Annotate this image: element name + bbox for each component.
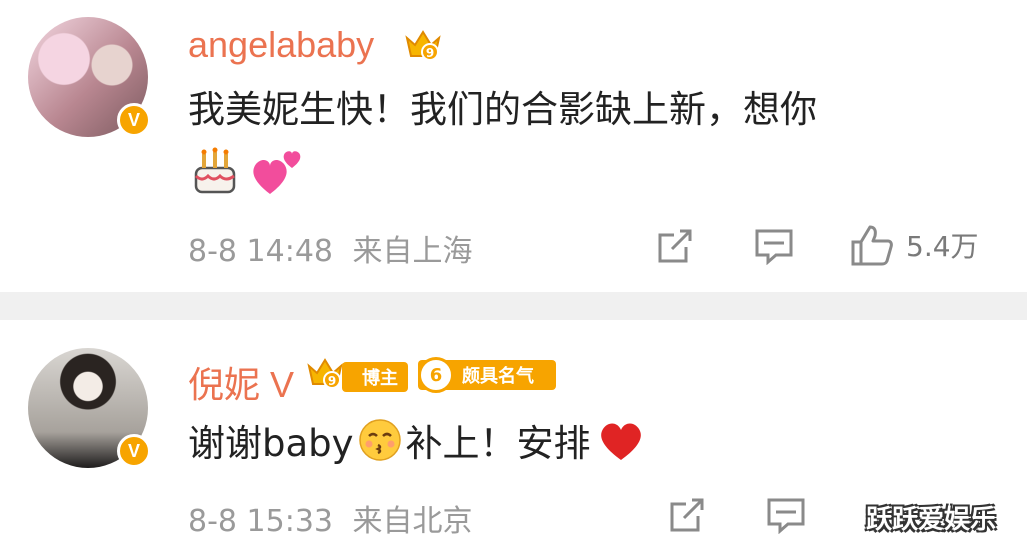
like-count: 5.4万 <box>906 230 979 263</box>
comment-icon <box>755 229 793 265</box>
red-heart-icon <box>600 423 641 460</box>
crown-membership-icon: 9 <box>405 30 441 61</box>
comment-text: 谢谢baby 补上！安排 <box>188 418 645 466</box>
verified-badge-icon: V <box>117 103 151 137</box>
share-button[interactable] <box>656 227 696 265</box>
like-button[interactable]: 5.4万 <box>850 224 979 266</box>
comment-icon <box>767 498 805 534</box>
comment-button[interactable] <box>754 227 794 265</box>
section-divider <box>0 292 1027 320</box>
comment-card: V angelababy 9 我美妮生快！我们的合影缺上新，想你 8-8 14:… <box>0 0 1027 292</box>
comment-text: 我美妮生快！我们的合影缺上新，想你 <box>188 88 817 131</box>
share-icon <box>670 498 704 532</box>
username-link[interactable]: 倪妮 V <box>188 356 294 408</box>
blogger-tag[interactable]: 博主 <box>342 362 408 392</box>
comment-text-suffix: 补上！安排 <box>405 422 591 465</box>
timestamp: 8-8 15:33 <box>188 504 333 539</box>
timestamp: 8-8 14:48 <box>188 234 333 269</box>
thumbs-up-icon <box>851 225 893 266</box>
popularity-level-badge: 6 <box>418 357 454 393</box>
timestamp-location: 8-8 14:48 来自上海 <box>188 226 473 270</box>
verified-badge-icon: V <box>117 434 151 468</box>
location: 来自北京 <box>352 504 473 539</box>
comment-text-prefix: 谢谢baby <box>188 422 354 465</box>
comment-button[interactable] <box>766 496 806 534</box>
share-button[interactable] <box>668 496 708 534</box>
birthday-cake-icon <box>194 147 236 194</box>
svg-text:9: 9 <box>426 46 434 60</box>
two-hearts-icon <box>253 151 301 194</box>
location: 来自上海 <box>352 234 473 269</box>
svg-text:9: 9 <box>328 374 336 388</box>
crown-membership-icon: 9 <box>307 358 343 389</box>
share-icon <box>658 229 692 263</box>
kissing-face-icon <box>358 419 401 461</box>
watermark: 跃跃爱娱乐 <box>866 505 997 535</box>
username-link[interactable]: angelababy <box>188 24 374 66</box>
timestamp-location: 8-8 15:33 来自北京 <box>188 496 473 540</box>
